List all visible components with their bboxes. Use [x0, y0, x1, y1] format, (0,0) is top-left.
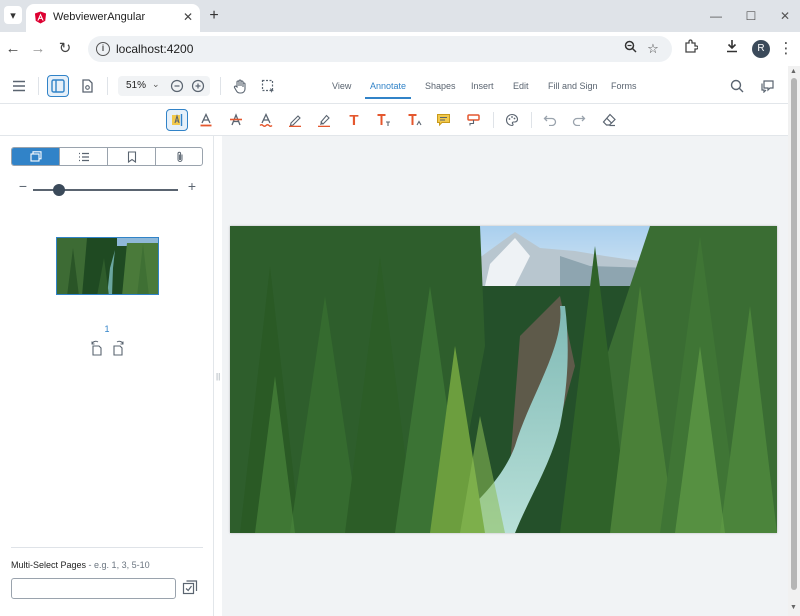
- scrollbar-thumb[interactable]: [791, 78, 797, 590]
- thumbnails-tab[interactable]: [12, 148, 60, 165]
- comments-panel-icon[interactable]: [756, 75, 778, 97]
- multi-select-title: Multi-Select Pages: [11, 560, 87, 570]
- scroll-up-icon[interactable]: ▲: [790, 68, 797, 75]
- page-settings-icon[interactable]: [76, 75, 98, 97]
- browser-tab[interactable]: WebviewerAngular ✕: [26, 4, 200, 32]
- address-bar[interactable]: i localhost:4200 ☆: [88, 36, 672, 62]
- squiggly-tool-icon[interactable]: [255, 109, 277, 131]
- bookmarks-tab[interactable]: [108, 148, 156, 165]
- header-divider: [107, 77, 108, 95]
- forward-icon[interactable]: →: [27, 38, 49, 60]
- extensions-icon[interactable]: [680, 38, 702, 60]
- left-panel: − + 1 Multi-Select Pages - e.g. 1, 3, 5-…: [0, 136, 214, 616]
- page-thumbnail[interactable]: [56, 237, 159, 295]
- tab-close-icon[interactable]: ✕: [180, 9, 196, 25]
- callout-text-tool-icon[interactable]: [372, 109, 394, 131]
- highlight-tool-icon[interactable]: [166, 109, 188, 131]
- text-replace-tool-icon[interactable]: [462, 109, 484, 131]
- pan-hand-icon[interactable]: [229, 75, 251, 97]
- thumbnail-size-slider-thumb[interactable]: [53, 184, 66, 196]
- bookmark-icon: [127, 150, 136, 163]
- scroll-down-icon[interactable]: ▼: [790, 604, 797, 611]
- thumbnail-zoom-in-icon[interactable]: +: [185, 179, 199, 193]
- header-divider: [220, 77, 221, 95]
- multi-select-label: Multi-Select Pages - e.g. 1, 3, 5-10: [11, 560, 150, 570]
- active-ribbon-indicator: [365, 97, 411, 99]
- maximize-window-icon[interactable]: ☐: [741, 6, 761, 26]
- style-palette-icon[interactable]: [501, 109, 523, 131]
- ribbon-edit[interactable]: Edit: [513, 81, 529, 91]
- rotate-clockwise-icon[interactable]: [110, 340, 126, 356]
- zoom-out-icon[interactable]: [170, 79, 184, 93]
- panel-tab-group: [11, 147, 203, 166]
- document-page[interactable]: [230, 226, 777, 533]
- new-tab-button[interactable]: +: [204, 6, 224, 26]
- header-divider: [38, 77, 39, 95]
- reload-icon[interactable]: ↻: [54, 38, 76, 60]
- toolbar-divider: [531, 112, 532, 128]
- main-menu-icon[interactable]: [8, 75, 30, 97]
- paperclip-icon: [177, 151, 183, 162]
- tab-title: WebviewerAngular: [53, 11, 146, 23]
- outlines-tab[interactable]: [60, 148, 108, 165]
- zoom-dropdown-icon[interactable]: ⌄: [152, 79, 160, 90]
- ribbon-fill-and-sign[interactable]: Fill and Sign: [548, 81, 598, 91]
- ribbon-shapes[interactable]: Shapes: [425, 81, 456, 91]
- browser-menu-icon[interactable]: ⋮: [775, 38, 797, 60]
- marquee-select-icon[interactable]: [257, 75, 279, 97]
- panel-divider: [11, 547, 203, 548]
- freehand-highlight-icon[interactable]: [313, 109, 335, 131]
- ribbon-view[interactable]: View: [332, 81, 351, 91]
- document-viewer[interactable]: [222, 136, 788, 616]
- bookmark-star-icon[interactable]: ☆: [644, 40, 662, 58]
- rotate-counterclockwise-icon[interactable]: [89, 340, 105, 356]
- thumbnail-page-number: 1: [104, 324, 110, 334]
- toolbar-divider: [493, 112, 494, 128]
- downloads-icon[interactable]: [721, 38, 743, 60]
- annotate-toolbar: T: [0, 104, 788, 136]
- multi-select-hint: - e.g. 1, 3, 5-10: [86, 560, 150, 570]
- free-text-tool-icon[interactable]: T: [343, 109, 365, 131]
- text-insert-tool-icon[interactable]: [403, 109, 425, 131]
- freehand-pen-icon[interactable]: [284, 109, 306, 131]
- panel-resize-handle[interactable]: ||: [216, 372, 221, 382]
- eraser-icon[interactable]: [598, 109, 620, 131]
- ribbon-insert[interactable]: Insert: [471, 81, 494, 91]
- underline-tool-icon[interactable]: [195, 109, 217, 131]
- zoom-in-icon[interactable]: [191, 79, 205, 93]
- sticky-note-tool-icon[interactable]: [432, 109, 454, 131]
- multi-select-pages-input[interactable]: [11, 578, 176, 599]
- page-scrollbar[interactable]: ▲ ▼: [788, 66, 800, 616]
- zoom-value[interactable]: 51%: [126, 80, 146, 91]
- angular-favicon-icon: [34, 11, 47, 24]
- ribbon-forms[interactable]: Forms: [611, 81, 637, 91]
- zoom-control[interactable]: 51% ⌄: [118, 76, 210, 96]
- left-panel-toggle-icon[interactable]: [47, 75, 69, 97]
- browser-tab-strip: ▾ WebviewerAngular ✕ + — ☐ ✕: [0, 0, 800, 32]
- attachments-tab[interactable]: [156, 148, 202, 165]
- site-info-icon[interactable]: i: [96, 42, 110, 56]
- undo-icon[interactable]: [539, 109, 561, 131]
- forest-river-photo: [230, 226, 777, 533]
- minimize-window-icon[interactable]: —: [706, 6, 726, 26]
- close-window-icon[interactable]: ✕: [775, 6, 795, 26]
- strikeout-tool-icon[interactable]: [225, 109, 247, 131]
- thumbnail-zoom-out-icon[interactable]: −: [16, 179, 30, 193]
- ribbon-annotate[interactable]: Annotate: [370, 81, 406, 91]
- back-icon[interactable]: ←: [2, 38, 24, 60]
- outline-list-icon: [78, 152, 89, 161]
- multi-select-toggle-icon[interactable]: [181, 579, 199, 597]
- redo-icon[interactable]: [568, 109, 590, 131]
- tab-search-dropdown[interactable]: ▾: [4, 6, 22, 24]
- webviewer-header: 51% ⌄ View Annotate Shapes Insert Edit F…: [0, 66, 788, 104]
- thumbnails-icon: [29, 151, 42, 162]
- search-icon[interactable]: [726, 75, 748, 97]
- profile-avatar[interactable]: R: [752, 40, 770, 58]
- browser-toolbar: ← → ↻ i localhost:4200 ☆ R ⋮: [0, 32, 800, 66]
- url-text: localhost:4200: [116, 42, 194, 56]
- zoom-page-icon[interactable]: [621, 40, 639, 58]
- thumbnail-forest-image: [57, 238, 158, 294]
